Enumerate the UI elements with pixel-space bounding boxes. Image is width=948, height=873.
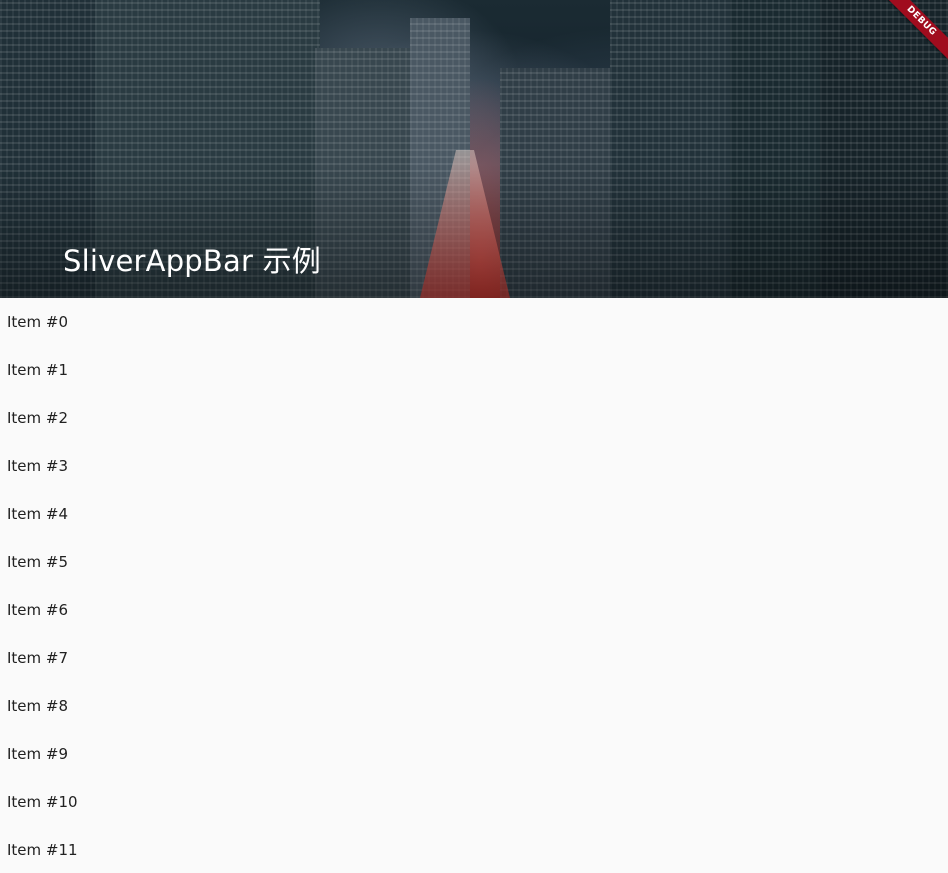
list-item-label: Item #9 — [7, 745, 69, 763]
list-item[interactable]: Item #9 — [0, 730, 948, 778]
list-item-label: Item #0 — [7, 313, 69, 331]
list-item[interactable]: Item #6 — [0, 586, 948, 634]
list-item-label: Item #7 — [7, 649, 69, 667]
list-item[interactable]: Item #1 — [0, 346, 948, 394]
list-item[interactable]: Item #11 — [0, 826, 948, 873]
list-item[interactable]: Item #8 — [0, 682, 948, 730]
list-item-label: Item #3 — [7, 457, 69, 475]
item-list[interactable]: Item #0 Item #1 Item #2 Item #3 Item #4 … — [0, 298, 948, 873]
list-item-label: Item #1 — [7, 361, 69, 379]
list-item[interactable]: Item #4 — [0, 490, 948, 538]
sliver-app-bar[interactable]: SliverAppBar 示例 DEBUG — [0, 0, 948, 298]
app-bar-title: SliverAppBar 示例 — [63, 244, 321, 278]
list-item[interactable]: Item #2 — [0, 394, 948, 442]
list-item-label: Item #10 — [7, 793, 78, 811]
list-item-label: Item #4 — [7, 505, 69, 523]
app-window: SliverAppBar 示例 DEBUG Item #0 Item #1 It… — [0, 0, 948, 873]
list-item-label: Item #5 — [7, 553, 69, 571]
list-item-label: Item #6 — [7, 601, 69, 619]
list-item[interactable]: Item #10 — [0, 778, 948, 826]
list-item-label: Item #2 — [7, 409, 69, 427]
list-item-label: Item #8 — [7, 697, 69, 715]
list-item[interactable]: Item #7 — [0, 634, 948, 682]
list-item[interactable]: Item #0 — [0, 298, 948, 346]
list-item[interactable]: Item #5 — [0, 538, 948, 586]
list-item-label: Item #11 — [7, 841, 78, 859]
list-item[interactable]: Item #3 — [0, 442, 948, 490]
